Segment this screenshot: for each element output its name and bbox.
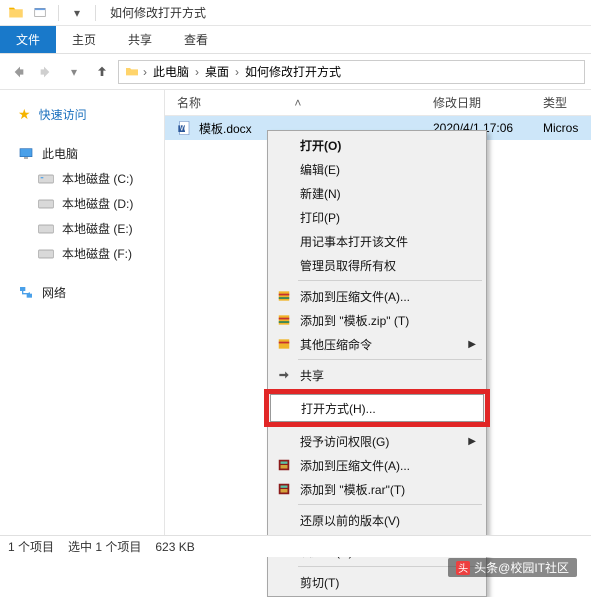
- menu-restore-version[interactable]: 还原以前的版本(V): [270, 508, 484, 532]
- breadcrumb-desktop[interactable]: 桌面: [201, 61, 233, 83]
- svg-text:W: W: [180, 124, 188, 133]
- share-icon: [276, 367, 292, 383]
- menu-open-with[interactable]: 打开方式(H)...: [270, 394, 484, 422]
- sidebar-drive-d[interactable]: 本地磁盘 (D:): [0, 191, 164, 216]
- context-menu: 打开(O) 编辑(E) 新建(N) 打印(P) 用记事本打开该文件 管理员取得所…: [267, 130, 487, 597]
- recent-dropdown-icon[interactable]: ▾: [62, 60, 86, 84]
- archive-icon: [276, 312, 292, 328]
- sidebar-item-label: 网络: [42, 284, 66, 301]
- winrar-icon: [276, 457, 292, 473]
- back-button[interactable]: [6, 60, 30, 84]
- forward-button[interactable]: [34, 60, 58, 84]
- column-date[interactable]: 修改日期: [421, 94, 531, 111]
- menu-print[interactable]: 打印(P): [270, 205, 484, 229]
- star-icon: ★: [18, 106, 31, 123]
- menu-share[interactable]: 共享: [270, 363, 484, 387]
- sidebar-item-label: 本地磁盘 (E:): [62, 220, 133, 237]
- sidebar-this-pc[interactable]: 此电脑: [0, 141, 164, 166]
- sidebar-drive-c[interactable]: 本地磁盘 (C:): [0, 166, 164, 191]
- network-icon: [18, 285, 34, 301]
- up-button[interactable]: [90, 60, 114, 84]
- drive-icon: [38, 246, 54, 262]
- file-tab[interactable]: 文件: [0, 26, 56, 53]
- sidebar-drive-f[interactable]: 本地磁盘 (F:): [0, 241, 164, 266]
- drive-icon: [38, 171, 54, 187]
- app-icon: [30, 3, 50, 23]
- menu-edit[interactable]: 编辑(E): [270, 157, 484, 181]
- quick-access-toolbar: ▾: [0, 3, 100, 23]
- qat-dropdown-icon[interactable]: ▾: [67, 3, 87, 23]
- column-type[interactable]: 类型: [531, 94, 591, 111]
- monitor-icon: [18, 146, 34, 162]
- tab-share[interactable]: 共享: [112, 26, 168, 53]
- sidebar-item-label: 快速访问: [39, 106, 87, 123]
- sidebar: ★ 快速访问 此电脑 本地磁盘 (C:) 本地磁盘 (D:) 本地磁盘 (E:)…: [0, 90, 165, 535]
- archive-icon: [276, 336, 292, 352]
- breadcrumb-current[interactable]: 如何修改打开方式: [241, 61, 345, 83]
- sidebar-item-label: 本地磁盘 (F:): [62, 245, 132, 262]
- highlighted-menu-item: 打开方式(H)...: [264, 389, 490, 427]
- status-item-count: 1 个项目: [8, 538, 54, 555]
- menu-open[interactable]: 打开(O): [270, 133, 484, 157]
- sort-indicator-icon: ˄: [294, 96, 301, 110]
- sidebar-quick-access[interactable]: ★ 快速访问: [0, 102, 164, 127]
- archive-icon: [276, 288, 292, 304]
- status-bar: 1 个项目 选中 1 个项目 623 KB: [0, 535, 591, 557]
- sidebar-item-label: 本地磁盘 (C:): [62, 170, 133, 187]
- status-size: 623 KB: [155, 540, 194, 554]
- menu-add-zip[interactable]: 添加到 "模板.zip" (T): [270, 308, 484, 332]
- title-bar: ▾ 如何修改打开方式: [0, 0, 591, 26]
- docx-icon: W: [177, 120, 193, 136]
- watermark: 头 头条@校园IT社区: [448, 558, 577, 577]
- tab-view[interactable]: 查看: [168, 26, 224, 53]
- menu-separator: [298, 280, 482, 281]
- sidebar-drive-e[interactable]: 本地磁盘 (E:): [0, 216, 164, 241]
- chevron-right-icon[interactable]: ›: [143, 65, 147, 79]
- chevron-right-icon: ▶: [468, 339, 476, 350]
- file-name: 模板.docx: [199, 120, 252, 137]
- sidebar-item-label: 本地磁盘 (D:): [62, 195, 133, 212]
- sidebar-network[interactable]: 网络: [0, 280, 164, 305]
- drive-icon: [38, 196, 54, 212]
- column-name[interactable]: 名称 ˄: [165, 94, 421, 111]
- winrar-icon: [276, 481, 292, 497]
- file-type: Micros: [531, 121, 591, 135]
- column-headers: 名称 ˄ 修改日期 类型: [165, 90, 591, 116]
- folder-icon: [123, 64, 141, 80]
- breadcrumb-this-pc[interactable]: 此电脑: [149, 61, 193, 83]
- menu-admin[interactable]: 管理员取得所有权: [270, 253, 484, 277]
- menu-notepad[interactable]: 用记事本打开该文件: [270, 229, 484, 253]
- menu-separator: [298, 504, 482, 505]
- menu-new[interactable]: 新建(N): [270, 181, 484, 205]
- menu-separator: [298, 359, 482, 360]
- sidebar-item-label: 此电脑: [42, 145, 78, 162]
- watermark-icon: 头: [456, 561, 470, 575]
- menu-add-archive-a[interactable]: 添加到压缩文件(A)...: [270, 284, 484, 308]
- menu-add-rar-a[interactable]: 添加到压缩文件(A)...: [270, 453, 484, 477]
- menu-other-compress[interactable]: 其他压缩命令 ▶: [270, 332, 484, 356]
- tab-home[interactable]: 主页: [56, 26, 112, 53]
- chevron-right-icon[interactable]: ›: [195, 65, 199, 79]
- ribbon-tabs: 文件 主页 共享 查看: [0, 26, 591, 54]
- menu-grant-access[interactable]: 授予访问权限(G) ▶: [270, 429, 484, 453]
- folder-icon: [6, 3, 26, 23]
- window-title: 如何修改打开方式: [110, 4, 206, 21]
- status-selected: 选中 1 个项目: [68, 538, 141, 555]
- drive-icon: [38, 221, 54, 237]
- chevron-right-icon: ▶: [468, 436, 476, 447]
- address-bar[interactable]: › 此电脑 › 桌面 › 如何修改打开方式: [118, 60, 585, 84]
- chevron-right-icon[interactable]: ›: [235, 65, 239, 79]
- nav-bar: ▾ › 此电脑 › 桌面 › 如何修改打开方式: [0, 54, 591, 90]
- menu-add-rar-t[interactable]: 添加到 "模板.rar"(T): [270, 477, 484, 501]
